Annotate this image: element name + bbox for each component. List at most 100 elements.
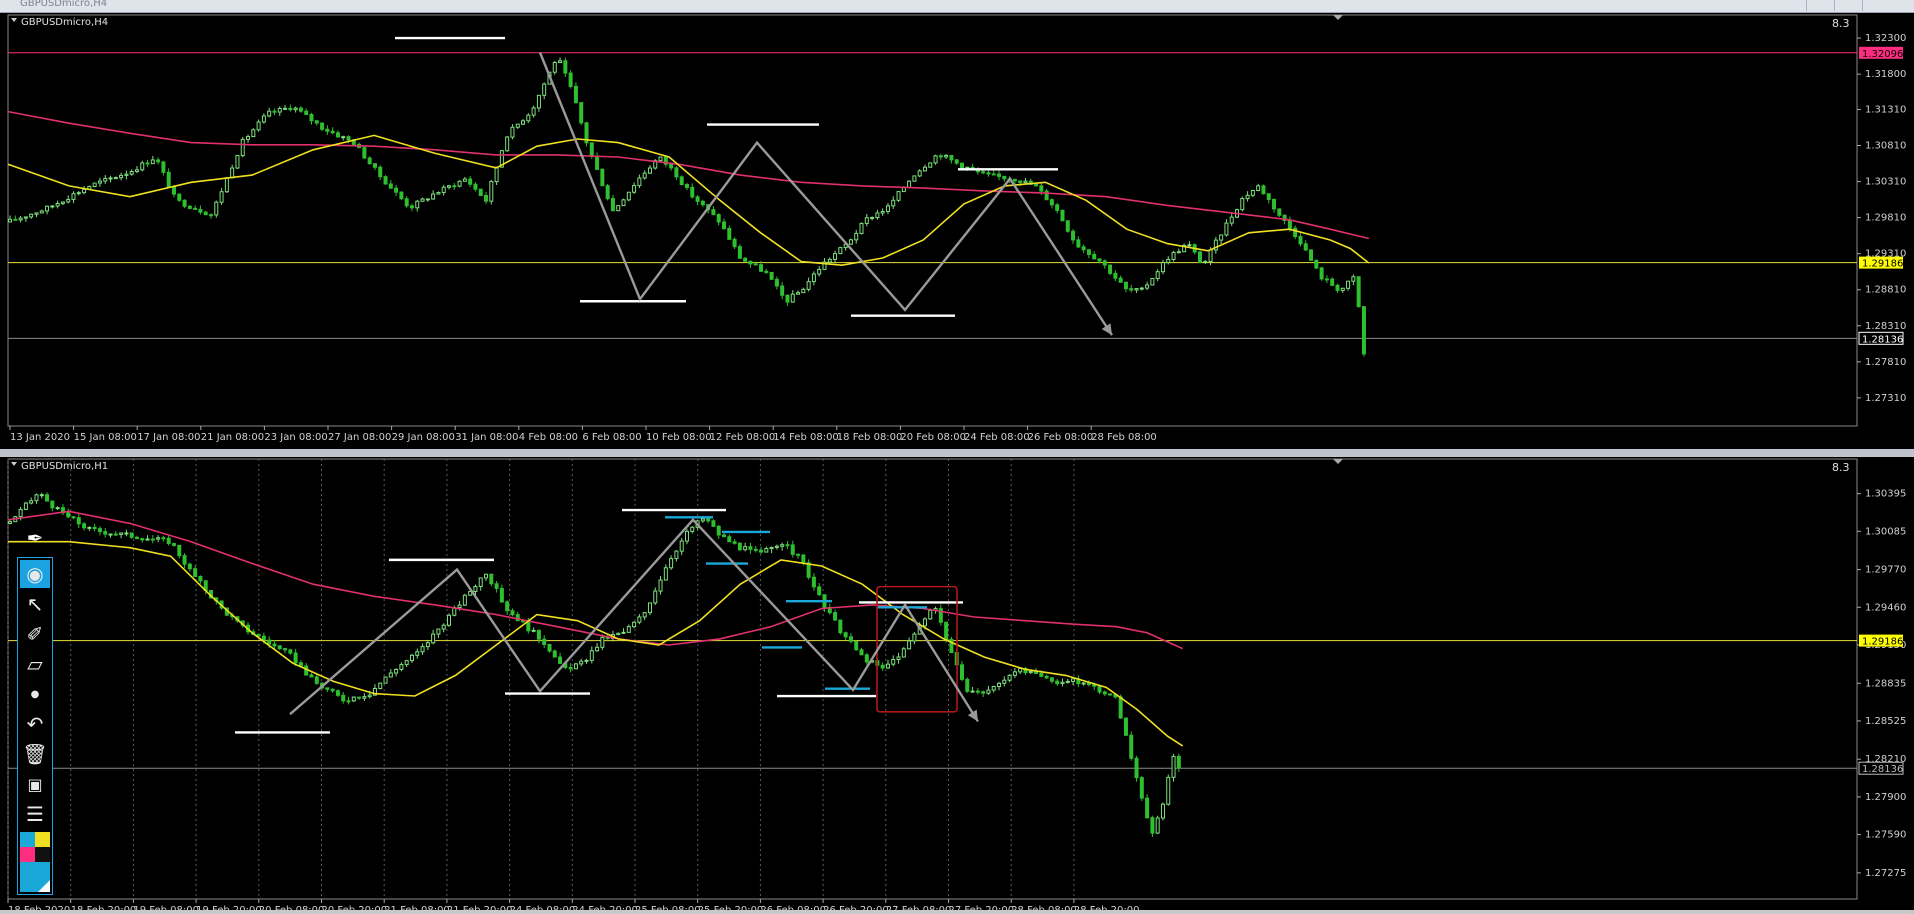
candle-body: [1118, 277, 1123, 283]
candle-body: [743, 546, 748, 551]
candle-body: [759, 549, 764, 553]
candle-body: [357, 696, 362, 699]
candle-body: [330, 688, 335, 692]
price-label-text: 1.28136: [1862, 334, 1903, 345]
candle-body: [60, 201, 65, 204]
candle-body: [1171, 251, 1176, 260]
y-tick-label: 1.30085: [1865, 526, 1906, 537]
candle-body: [82, 523, 87, 529]
close-button[interactable]: [1862, 0, 1889, 11]
candle-body: [71, 516, 76, 519]
candle-body: [848, 239, 853, 245]
tag-icon[interactable]: ✐: [20, 620, 50, 648]
x-tick-label: 24 Feb 20:00: [572, 905, 638, 910]
candle-body: [854, 640, 859, 651]
candle-body: [335, 132, 340, 138]
candle-body: [108, 177, 113, 180]
candle-body: [864, 217, 869, 224]
candle-body: [388, 183, 393, 189]
candle-body: [145, 162, 150, 165]
dot-icon[interactable]: ●: [20, 680, 50, 708]
candle-body: [1065, 680, 1070, 683]
candle-body: [1102, 260, 1107, 266]
x-tick-label: 4 Feb 08:00: [519, 432, 578, 443]
candle-body: [198, 208, 203, 213]
pen-icon[interactable]: ✒: [24, 526, 46, 550]
candle-body: [97, 180, 102, 184]
candle-body: [1097, 685, 1102, 693]
candle-body: [1340, 287, 1345, 291]
candle-body: [1197, 251, 1202, 263]
candle-body: [1330, 278, 1335, 286]
y-tick-label: 1.29810: [1865, 213, 1906, 224]
x-tick-label: 20 Feb 08:00: [259, 905, 325, 910]
candle-body: [261, 635, 266, 641]
candle-body: [92, 526, 97, 530]
candle-body: [1298, 236, 1303, 245]
h4-chart[interactable]: 1.32300 1.31800 1.31310 1.30810 1.30310 1.298…: [0, 13, 1914, 449]
panel-separator[interactable]: [0, 449, 1914, 457]
candle-body: [82, 188, 87, 194]
candle-body: [1261, 185, 1266, 195]
candle-body: [1266, 193, 1271, 200]
candle-body: [1324, 278, 1329, 281]
candle-body: [975, 690, 980, 693]
candle-body: [124, 532, 129, 535]
minimize-button[interactable]: [1806, 0, 1833, 11]
candle-body: [600, 636, 605, 648]
x-tick-label: 12 Feb 08:00: [710, 432, 776, 443]
candle-body: [997, 682, 1002, 687]
y-tick-label: 1.28310: [1865, 321, 1906, 332]
candle-body: [462, 178, 467, 182]
x-tick-label: 21 Feb 20:00: [447, 905, 513, 910]
chart-panel-h4[interactable]: 1.32300 1.31800 1.31310 1.30810 1.30310 1.298…: [0, 13, 1914, 449]
candle-body: [166, 537, 171, 545]
candle-body: [415, 651, 420, 656]
x-tick-label: 21 Feb 08:00: [384, 905, 450, 910]
candle-body: [896, 191, 901, 201]
candle-body: [669, 163, 674, 169]
candle-body: [362, 696, 367, 699]
eraser-icon[interactable]: ▱: [20, 650, 50, 678]
candle-body: [981, 171, 986, 174]
trash-icon[interactable]: 🗑: [20, 740, 50, 768]
candle-body: [66, 512, 71, 518]
candle-body: [129, 532, 134, 538]
candle-body: [298, 107, 303, 112]
candle-body: [372, 163, 377, 168]
color-swatch-icon[interactable]: [20, 832, 50, 892]
candle-body: [235, 155, 240, 169]
candle-body: [341, 136, 346, 139]
chart-panel-h1[interactable]: 1.303951.300851.297701.294601.291501.288…: [0, 457, 1914, 914]
candle-body: [293, 652, 298, 664]
candle-body: [119, 174, 124, 179]
clipboard-icon[interactable]: ☰: [20, 800, 50, 828]
candle-body: [1055, 680, 1060, 685]
eye-icon[interactable]: ◉: [20, 560, 50, 588]
candle-body: [272, 643, 277, 647]
candle-body: [1065, 220, 1070, 232]
candle-body: [457, 180, 462, 187]
candle-body: [684, 184, 689, 188]
y-tick-label: 1.30395: [1865, 489, 1906, 500]
candle-body: [224, 177, 229, 193]
y-tick-label: 1.32300: [1865, 33, 1906, 44]
candle-body: [484, 195, 489, 202]
candle-body: [383, 176, 388, 185]
candle-body: [404, 660, 409, 666]
corner-value: 8.3: [1832, 461, 1850, 474]
cursor-icon[interactable]: ↖: [20, 590, 50, 618]
y-tick-label: 1.29770: [1865, 565, 1906, 576]
candle-body: [156, 537, 161, 540]
camera-icon[interactable]: ▣: [20, 770, 50, 798]
candle-body: [722, 534, 727, 538]
h1-chart[interactable]: 1.303951.300851.297701.294601.291501.288…: [0, 457, 1914, 914]
ma-fast-line: [7, 134, 1370, 267]
candle-body: [55, 202, 60, 207]
candle-body: [632, 185, 637, 193]
restore-button[interactable]: [1834, 0, 1861, 11]
undo-icon[interactable]: ↶: [20, 710, 50, 738]
candle-body: [1346, 280, 1351, 289]
candle-body: [399, 664, 404, 670]
candle-body: [1176, 251, 1181, 254]
